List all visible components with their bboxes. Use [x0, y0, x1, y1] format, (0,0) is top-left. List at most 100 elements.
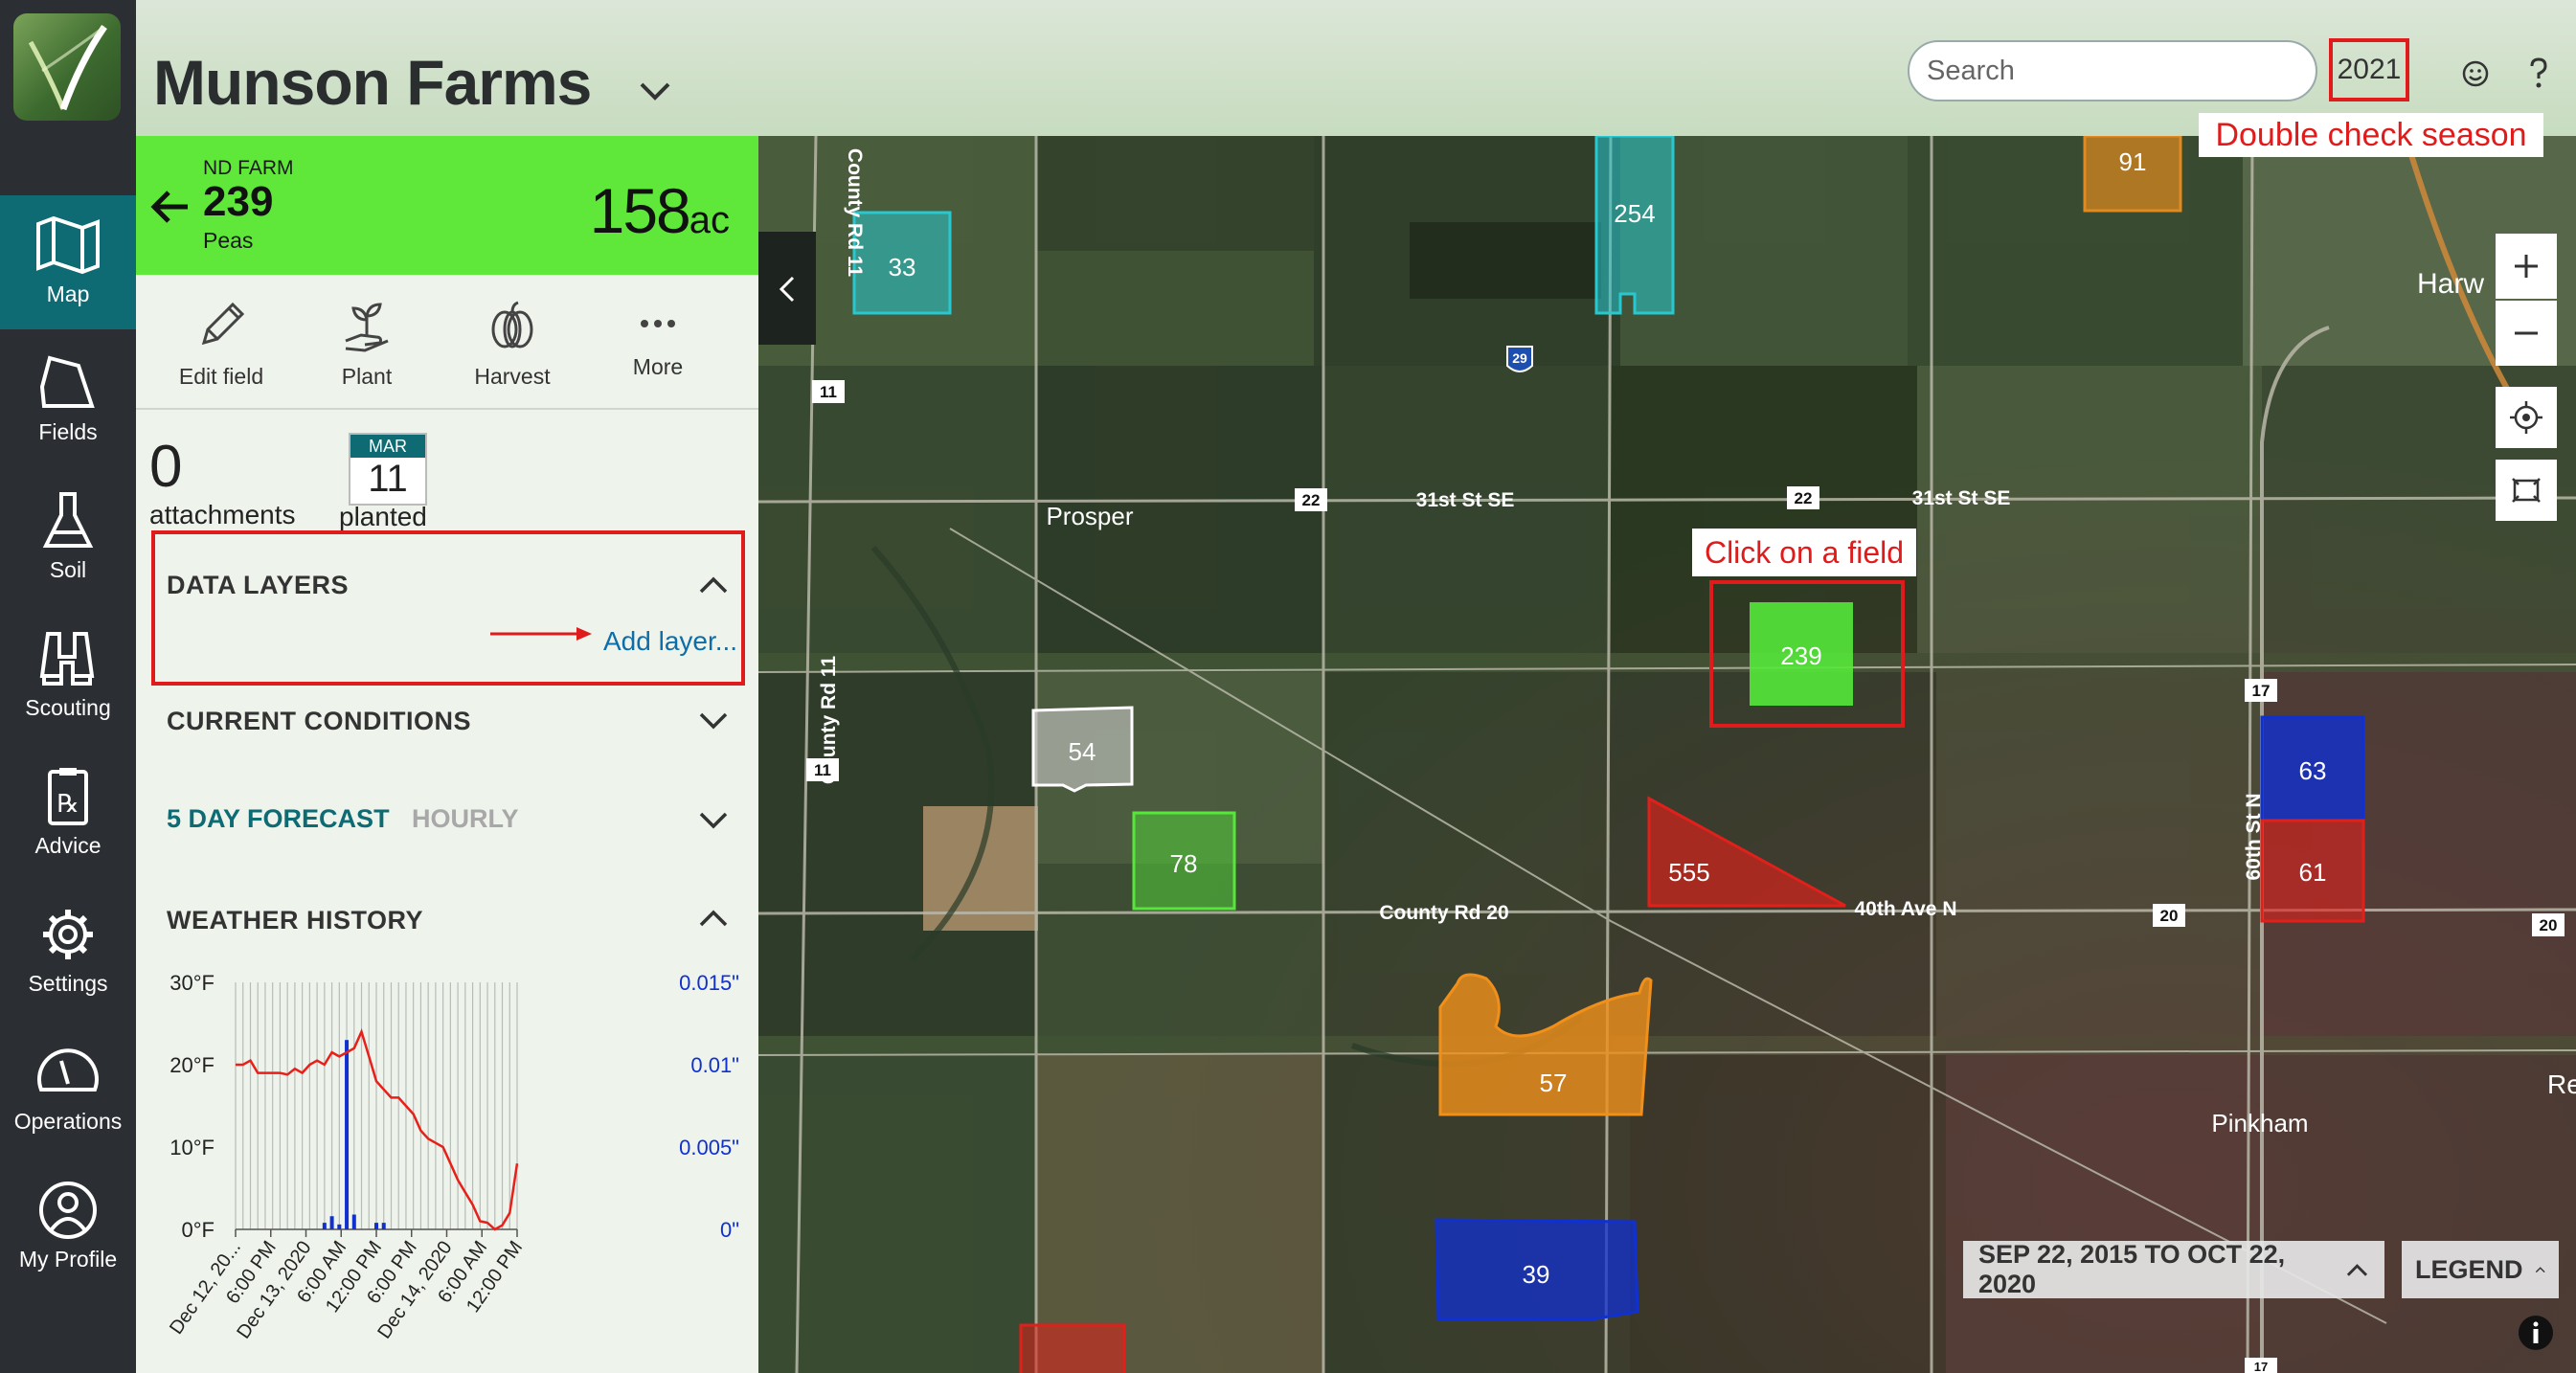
nav-map[interactable]: Map [0, 195, 136, 329]
minus-icon [2515, 331, 2538, 335]
road-shield: 17 [2252, 682, 2271, 700]
back-arrow-icon[interactable] [149, 188, 192, 226]
info-icon[interactable] [2517, 1314, 2555, 1352]
current-conditions-title[interactable]: CURRENT CONDITIONS [167, 707, 471, 736]
road-label: 60th St N [2243, 793, 2265, 880]
gauge-icon [37, 1048, 99, 1092]
chevron-down-icon[interactable] [697, 710, 730, 732]
sprout-icon [345, 303, 389, 352]
chevron-down-icon[interactable] [697, 810, 730, 831]
field-header: ND FARM 239 Peas 158ac [136, 136, 758, 275]
app-logo[interactable] [13, 13, 121, 121]
attachments-count[interactable]: 0 [149, 433, 182, 501]
field-label[interactable]: 54 [1069, 737, 1096, 766]
edit-field-button[interactable]: Edit field [149, 287, 293, 402]
acres-value: 158 [589, 175, 691, 246]
search-input[interactable] [1908, 40, 2317, 101]
field-label[interactable]: 57 [1540, 1069, 1568, 1097]
map-icon [36, 215, 100, 275]
nav-label: My Profile [18, 1247, 118, 1272]
data-layers-title[interactable]: DATA LAYERS [167, 571, 349, 600]
chevron-up-icon [2346, 1264, 2368, 1276]
help-icon[interactable] [2524, 56, 2553, 90]
prescription-icon: ℞ [48, 768, 88, 825]
harvest-button[interactable]: Harvest [441, 287, 584, 402]
road-label: 31st St SE [1416, 489, 1515, 511]
chevron-down-icon[interactable] [636, 77, 674, 105]
nav-label: Fields [38, 419, 98, 444]
field-label[interactable]: 33 [889, 253, 916, 281]
add-layer-link[interactable]: Add layer... [603, 626, 737, 657]
tab-hourly[interactable]: HOURLY [412, 804, 519, 834]
interstate-shield: 29 [1512, 350, 1527, 366]
planted-label: planted [339, 502, 427, 531]
nav-operations[interactable]: Operations [0, 1023, 136, 1157]
precip-bar [381, 1223, 386, 1229]
chevron-left-icon [779, 276, 795, 303]
fields-icon [39, 355, 95, 408]
field-crop: Peas [203, 228, 254, 253]
collapse-panel-button[interactable] [758, 232, 816, 345]
arrow-right-icon [490, 627, 592, 641]
field-acres: 158ac [590, 174, 730, 247]
attachments-label[interactable]: attachments [149, 500, 296, 530]
y-right-tick-label: 0.015" [679, 971, 739, 995]
y-right-tick-label: 0.005" [679, 1136, 739, 1159]
nav-scouting[interactable]: Scouting [0, 609, 136, 743]
field-label[interactable]: 254 [1614, 199, 1655, 228]
chevron-up-icon[interactable] [697, 908, 730, 929]
nav-soil[interactable]: Soil [0, 471, 136, 605]
legend-toggle[interactable]: LEGEND [2402, 1241, 2559, 1298]
season-selector[interactable]: 2021 [2329, 38, 2409, 101]
locate-me-button[interactable] [2496, 387, 2557, 448]
data-layers-section [151, 530, 745, 686]
place-label-harwood: Harw [2417, 268, 2484, 300]
nav-advice[interactable]: ℞ Advice [0, 747, 136, 881]
chevron-up-icon[interactable] [697, 574, 730, 596]
action-label: Plant [341, 364, 393, 389]
field-label[interactable]: 555 [1668, 858, 1709, 887]
weather-history-title[interactable]: WEATHER HISTORY [167, 906, 423, 935]
fit-bounds-button[interactable] [2496, 460, 2557, 521]
road-shield: 20 [2160, 907, 2179, 925]
field-label[interactable]: 78 [1170, 849, 1198, 878]
place-label-re: Re [2547, 1069, 2576, 1099]
y-left-tick-label: 20°F [169, 1053, 215, 1077]
season-annotation: Double check season [2199, 113, 2543, 157]
chevron-up-icon [2535, 1267, 2545, 1273]
satellite-map: 33 254 91 239 54 78 555 63 61 57 39 Clic… [758, 136, 2576, 1373]
frame-icon [2512, 478, 2541, 503]
more-button[interactable]: More [586, 287, 730, 402]
field-label[interactable]: 91 [2119, 147, 2147, 176]
map-callout: Click on a field [1705, 535, 1904, 570]
nav-label: Settings [28, 971, 108, 996]
action-label: Harvest [474, 364, 551, 389]
nav-fields[interactable]: Fields [0, 333, 136, 467]
nav-profile[interactable]: My Profile [0, 1160, 136, 1294]
nav-settings[interactable]: Settings [0, 885, 136, 1019]
tab-5-day-forecast[interactable]: 5 DAY FORECAST [167, 804, 390, 834]
map-view[interactable]: 33 254 91 239 54 78 555 63 61 57 39 Clic… [758, 136, 2576, 1373]
plant-button[interactable]: Plant [295, 287, 439, 402]
zoom-in-button[interactable] [2496, 234, 2557, 299]
precip-bar [374, 1223, 378, 1229]
zoom-out-button[interactable] [2496, 301, 2557, 366]
left-nav: Map Fields Soil Scouting ℞ Advice Settin… [0, 0, 136, 1373]
precip-bar [345, 1040, 350, 1229]
road-shield: 22 [1795, 489, 1813, 507]
planted-month: MAR [350, 435, 425, 458]
planted-day: 11 [368, 458, 408, 500]
road-shield: 11 [820, 383, 837, 401]
y-right-tick-label: 0" [720, 1218, 739, 1242]
calendar-icon: MAR 11 [349, 433, 427, 506]
field-label[interactable]: 239 [1780, 641, 1821, 670]
field-label[interactable]: 61 [2299, 858, 2327, 887]
farm-title[interactable]: Munson Farms [153, 46, 592, 119]
precip-bar [329, 1216, 334, 1229]
feedback-smile-icon[interactable] [2461, 59, 2490, 88]
place-label-pinkham: Pinkham [2211, 1109, 2308, 1137]
field-label[interactable]: 39 [1523, 1260, 1550, 1289]
field-label[interactable]: 63 [2299, 756, 2327, 785]
date-range-selector[interactable]: SEP 22, 2015 TO OCT 22, 2020 [1963, 1240, 2384, 1298]
acres-unit: ac [689, 199, 730, 241]
